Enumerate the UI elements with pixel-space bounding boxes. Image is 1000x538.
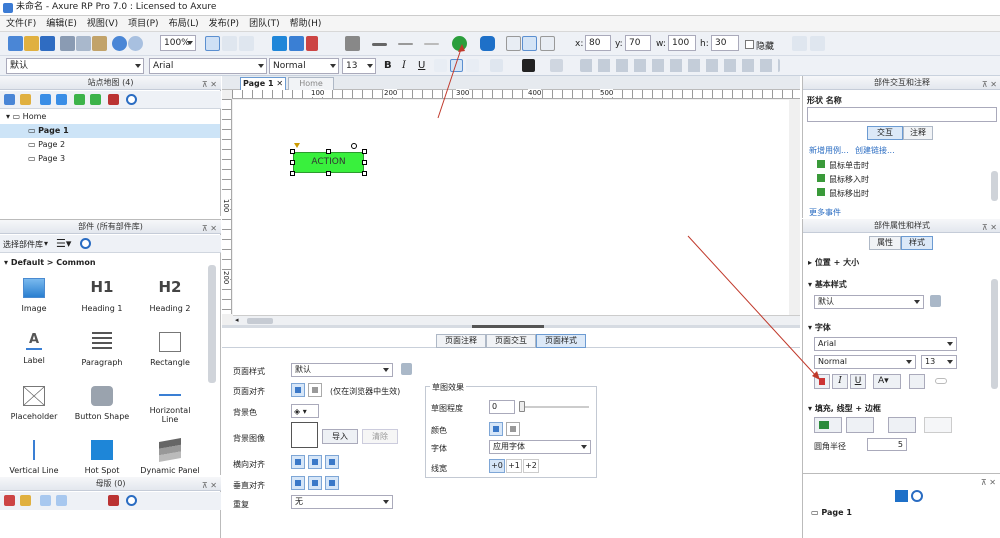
annotation-arrow-right — [687, 235, 819, 379]
annotation-arrows — [437, 44, 820, 380]
annotation-arrowhead-top — [458, 44, 465, 52]
annotation-arrow-top — [437, 45, 463, 119]
